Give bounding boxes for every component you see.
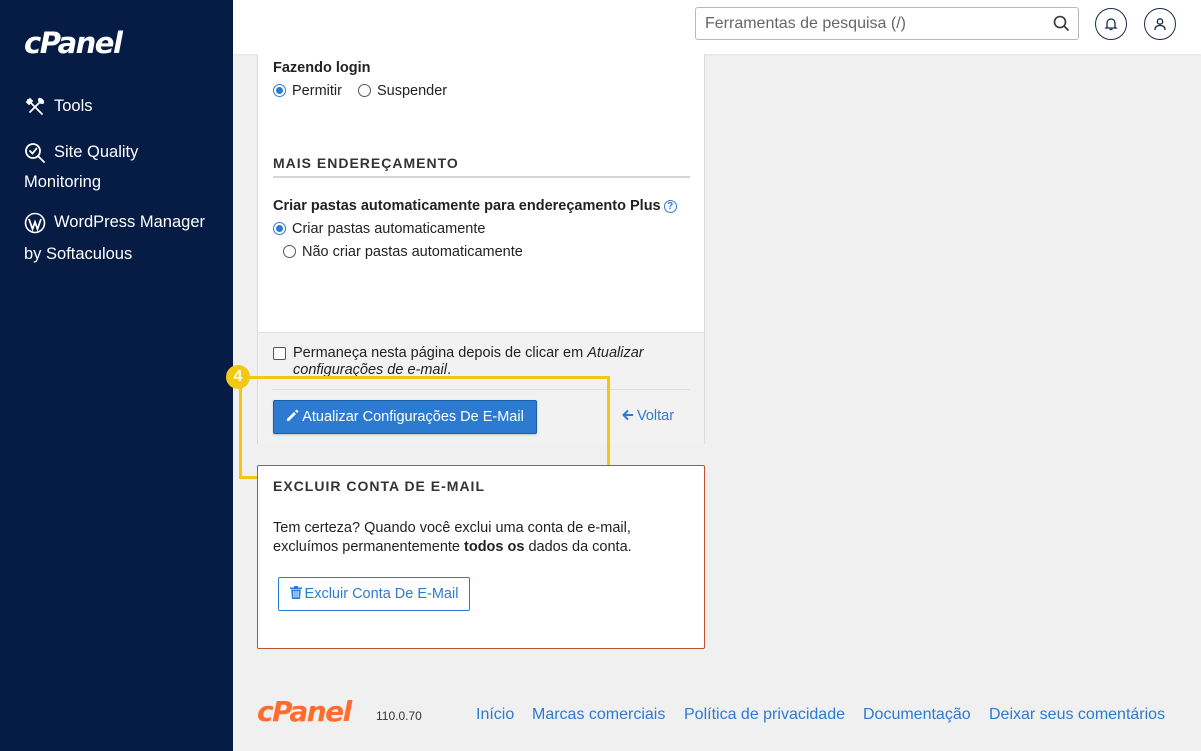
pencil-icon [287,409,299,421]
radio-button[interactable] [358,84,371,97]
section-title-plus-addressing: MAIS ENDEREÇAMENTO [273,155,690,178]
stay-on-page-label: Permaneça nesta página depois de clicar … [293,345,644,378]
update-email-settings-button[interactable]: Atualizar Configurações De E-Mail [273,400,537,434]
footer-link-home[interactable]: Início [476,706,514,724]
search-icon[interactable] [1053,15,1070,32]
sidebar-item-label: Site Quality [54,143,139,161]
sidebar: cPanel Tools Site Quality Monitoring Wor… [0,0,233,751]
version-number: 110.0.70 [376,709,422,723]
footer-cpanel-logo[interactable]: cPanel [257,695,352,728]
sidebar-item-label-line2[interactable]: by Softaculous [24,239,132,269]
notifications-button[interactable] [1095,8,1127,40]
user-icon [1154,18,1166,31]
radio-login-allow[interactable]: Permitir [273,83,342,99]
delete-section-title: EXCLUIR CONTA DE E-MAIL [273,478,485,494]
radio-create-folders[interactable]: Criar pastas automaticamente [273,221,485,237]
user-menu-button[interactable] [1144,8,1176,40]
sidebar-item-wordpress[interactable]: WordPress Manager [24,207,205,237]
plus-addressing-label: Criar pastas automaticamente para endere… [273,198,677,214]
wordpress-icon [24,212,46,234]
sidebar-item-tools[interactable]: Tools [24,91,93,121]
search-box[interactable] [695,7,1079,40]
bell-icon [1104,18,1118,31]
trash-icon [289,586,302,599]
search-input[interactable] [696,8,1036,39]
help-icon[interactable]: ? [663,200,677,213]
radio-button[interactable] [273,222,286,235]
stay-on-page-checkbox[interactable] [273,347,286,360]
radio-no-create-folders[interactable]: Não criar pastas automaticamente [283,244,523,260]
sidebar-item-label-line2[interactable]: Monitoring [24,167,101,197]
cpanel-logo[interactable]: cPanel [24,26,123,60]
tools-icon [24,96,46,118]
divider [272,389,690,390]
step-badge: 4 [226,365,250,389]
delete-email-account-button[interactable]: Excluir Conta De E-Mail [278,577,470,611]
form-actions: Permaneça nesta página depois de clicar … [258,332,704,444]
radio-login-suspend[interactable]: Suspender [358,83,447,99]
sidebar-item-label: WordPress Manager [54,213,206,231]
top-bar [233,0,1201,54]
email-settings-panel: Fazendo login Permitir Suspender MAIS EN… [257,54,705,444]
radio-button[interactable] [283,245,296,258]
footer-link-feedback[interactable]: Deixar seus comentários [989,706,1165,724]
back-link[interactable]: Voltar [622,408,674,424]
footer-link-documentation[interactable]: Documentação [863,706,971,724]
footer-link-trademarks[interactable]: Marcas comerciais [532,706,665,724]
arrow-left-icon [622,409,633,421]
sidebar-item-site-quality[interactable]: Site Quality [24,137,138,167]
login-label: Fazendo login [273,60,371,76]
stay-on-page-option[interactable]: Permaneça nesta página depois de clicar … [273,345,693,379]
sidebar-item-label: Tools [54,97,93,115]
site-quality-icon [24,142,46,164]
delete-account-card: EXCLUIR CONTA DE E-MAIL Tem certeza? Qua… [257,465,705,649]
radio-button[interactable] [273,84,286,97]
delete-warning-text: Tem certeza? Quando você exclui uma cont… [273,520,632,555]
footer-link-privacy[interactable]: Política de privacidade [684,706,845,724]
